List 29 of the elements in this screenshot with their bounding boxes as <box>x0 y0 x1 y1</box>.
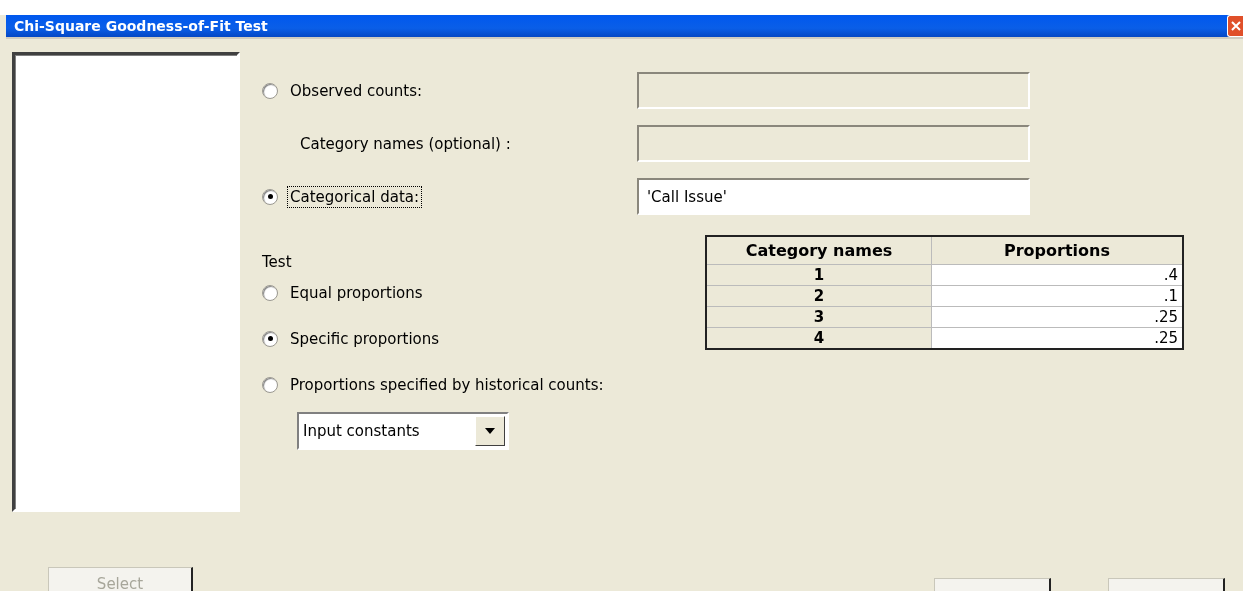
close-button[interactable] <box>1227 15 1243 37</box>
table-cell: 2 <box>706 285 932 307</box>
option-label: Category names (optional) : <box>299 133 512 155</box>
window-title: Chi-Square Goodness-of-Fit Test <box>13 18 268 34</box>
dropdown[interactable]: Input constants <box>297 412 509 450</box>
option-label: Observed counts: <box>289 80 424 102</box>
column-header: Proportions <box>931 236 1183 265</box>
test-label: Test <box>262 253 293 271</box>
table-cell[interactable]: .25 <box>931 306 1183 328</box>
radio-button[interactable] <box>262 188 278 205</box>
table-cell[interactable]: .25 <box>931 327 1183 349</box>
option-label: Categorical data: <box>287 185 423 208</box>
caret-icon <box>485 428 495 434</box>
table-cell[interactable]: .1 <box>931 285 1183 307</box>
radio-button[interactable] <box>262 376 278 393</box>
radio-button[interactable] <box>262 330 278 347</box>
table-cell: 1 <box>706 264 932 286</box>
radio-button[interactable] <box>262 284 278 301</box>
close-icon <box>1230 21 1241 31</box>
option-label: Proportions specified by historical counts: <box>289 374 605 396</box>
input-field[interactable]: 'Call Issue' <box>637 178 1030 215</box>
option-label: Equal proportions <box>289 282 424 304</box>
variable-list[interactable] <box>12 52 240 512</box>
table-cell[interactable]: .4 <box>931 264 1183 286</box>
radio-button[interactable] <box>262 82 278 99</box>
table-cell: 3 <box>706 306 932 328</box>
option-label: Specific proportions <box>289 328 441 350</box>
table-cell: 4 <box>706 327 932 349</box>
column-header: Category names <box>706 236 932 265</box>
